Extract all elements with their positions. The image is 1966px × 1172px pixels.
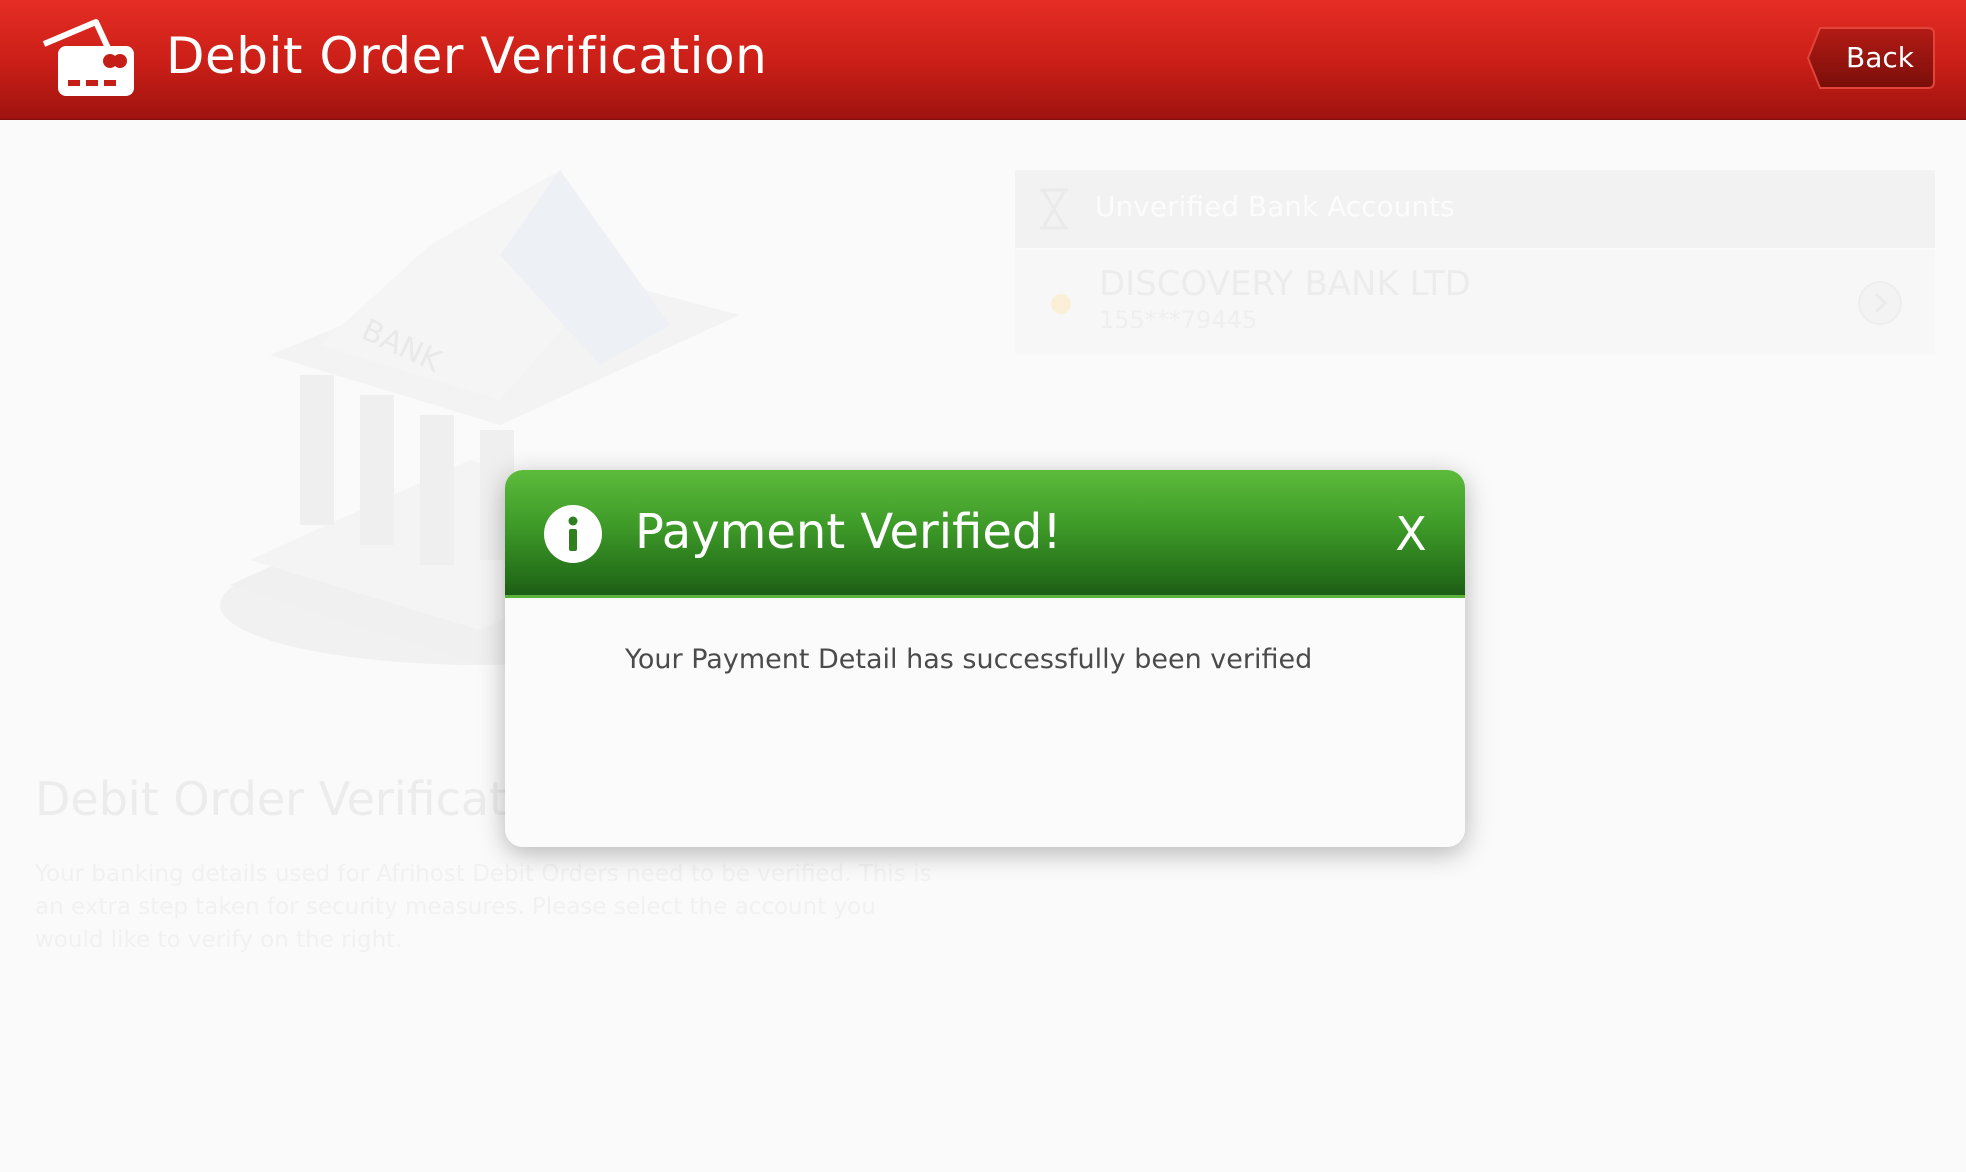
section-heading: Debit Order Verification [35, 772, 578, 826]
hourglass-icon [1037, 188, 1071, 230]
chevron-right-icon[interactable] [1857, 280, 1903, 326]
bank-name: DISCOVERY BANK LTD [1099, 264, 1471, 304]
close-button[interactable]: X [1381, 502, 1441, 566]
dialog-header: Payment Verified! X [505, 470, 1465, 598]
accounts-panel-title: Unverified Bank Accounts [1095, 190, 1455, 223]
info-icon [543, 504, 603, 564]
dialog-body: Your Payment Detail has successfully bee… [505, 598, 1465, 847]
page-title: Debit Order Verification [166, 27, 768, 85]
unverified-accounts-panel: Unverified Bank Accounts DISCOVERY BANK … [1015, 170, 1935, 355]
status-dot [1051, 294, 1071, 314]
app-header: Debit Order Verification Back [0, 0, 1966, 120]
dialog-title: Payment Verified! [635, 504, 1062, 560]
dialog-message: Your Payment Detail has successfully bee… [625, 644, 1313, 675]
credit-cards-icon [38, 16, 138, 100]
payment-verified-dialog: Payment Verified! X Your Payment Detail … [505, 470, 1465, 847]
back-button-label: Back [1846, 41, 1914, 74]
accounts-panel-header: Unverified Bank Accounts [1015, 170, 1935, 248]
bank-account-item[interactable]: DISCOVERY BANK LTD 155***79445 [1015, 250, 1935, 354]
back-button[interactable]: Back [1806, 26, 1936, 90]
section-description: Your banking details used for Afrihost D… [35, 861, 932, 953]
account-number: 155***79445 [1099, 306, 1258, 334]
